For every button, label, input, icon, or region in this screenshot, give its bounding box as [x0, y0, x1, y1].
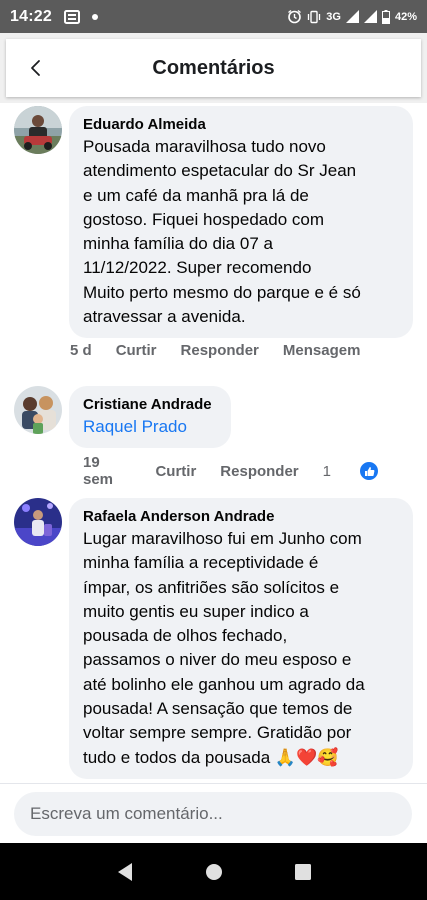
- comment-item: Rafaela Anderson Andrade Lugar maravilho…: [14, 498, 414, 783]
- avatar[interactable]: [14, 386, 62, 434]
- comment-text: Lugar maravilhoso fui em Junho com minha…: [83, 529, 365, 767]
- back-button[interactable]: [24, 56, 48, 80]
- status-right: 3G 42%: [287, 9, 417, 24]
- comment-author[interactable]: Rafaela Anderson Andrade: [83, 507, 399, 527]
- like-button[interactable]: Curtir: [116, 342, 157, 359]
- message-button[interactable]: Mensagem: [283, 342, 361, 359]
- comment-text: Pousada maravilhosa tudo novo atendiment…: [83, 137, 361, 327]
- nav-recents-icon: [294, 863, 311, 880]
- comment-bubble[interactable]: Cristiane Andrade Raquel Prado: [69, 386, 231, 448]
- chevron-left-icon: [31, 60, 40, 76]
- network-type: 3G: [326, 10, 341, 23]
- header-container: Comentários: [0, 33, 427, 103]
- signal-icon-2: [363, 10, 377, 23]
- status-bar: 14:22 3G 42%: [0, 0, 427, 33]
- nav-back-button[interactable]: [110, 857, 140, 887]
- comment-author[interactable]: Eduardo Almeida: [83, 115, 399, 135]
- comment-actions: 19 sem Curtir Responder 1: [83, 454, 427, 488]
- header: Comentários: [6, 39, 421, 97]
- like-count[interactable]: 1: [323, 461, 403, 481]
- page-title: Comentários: [152, 56, 275, 79]
- vibrate-icon: [308, 10, 321, 23]
- comment-actions: 5 d Curtir Responder Mensagem: [70, 342, 384, 359]
- reply-button[interactable]: Responder: [220, 463, 298, 480]
- like-reaction-icon: [359, 461, 379, 481]
- dot-icon: [91, 13, 98, 20]
- like-button[interactable]: Curtir: [155, 463, 196, 480]
- reply-button[interactable]: Responder: [181, 342, 259, 359]
- comment-bubble[interactable]: Eduardo Almeida Pousada maravilhosa tudo…: [69, 106, 413, 339]
- like-count-number: 1: [322, 462, 331, 480]
- tagged-user-link[interactable]: Raquel Prado: [83, 415, 217, 439]
- system-nav-bar: [0, 843, 427, 900]
- comment-composer: [0, 783, 427, 843]
- alarm-icon: [288, 9, 302, 24]
- comment-input[interactable]: [14, 792, 412, 836]
- signal-icon: [345, 10, 359, 23]
- battery-level: 42%: [394, 10, 417, 23]
- avatar[interactable]: [14, 498, 62, 546]
- comment-time: 19 sem: [83, 454, 114, 488]
- gallery-notification-icon: [63, 9, 80, 24]
- avatar[interactable]: [14, 106, 62, 154]
- comment-time: 5 d: [70, 342, 92, 359]
- comment-item: Eduardo Almeida Pousada maravilhosa tudo…: [14, 106, 414, 368]
- notification-icons: [63, 9, 98, 24]
- nav-home-button[interactable]: [199, 857, 229, 887]
- status-time: 14:22: [10, 7, 52, 25]
- battery-icon: [381, 9, 390, 24]
- nav-recents-button[interactable]: [288, 857, 318, 887]
- nav-back-icon: [117, 862, 132, 881]
- comment-author[interactable]: Cristiane Andrade: [83, 395, 217, 415]
- comments-list[interactable]: Eduardo Almeida Pousada maravilhosa tudo…: [0, 103, 427, 783]
- nav-home-icon: [205, 863, 222, 880]
- comment-bubble[interactable]: Rafaela Anderson Andrade Lugar maravilho…: [69, 498, 413, 779]
